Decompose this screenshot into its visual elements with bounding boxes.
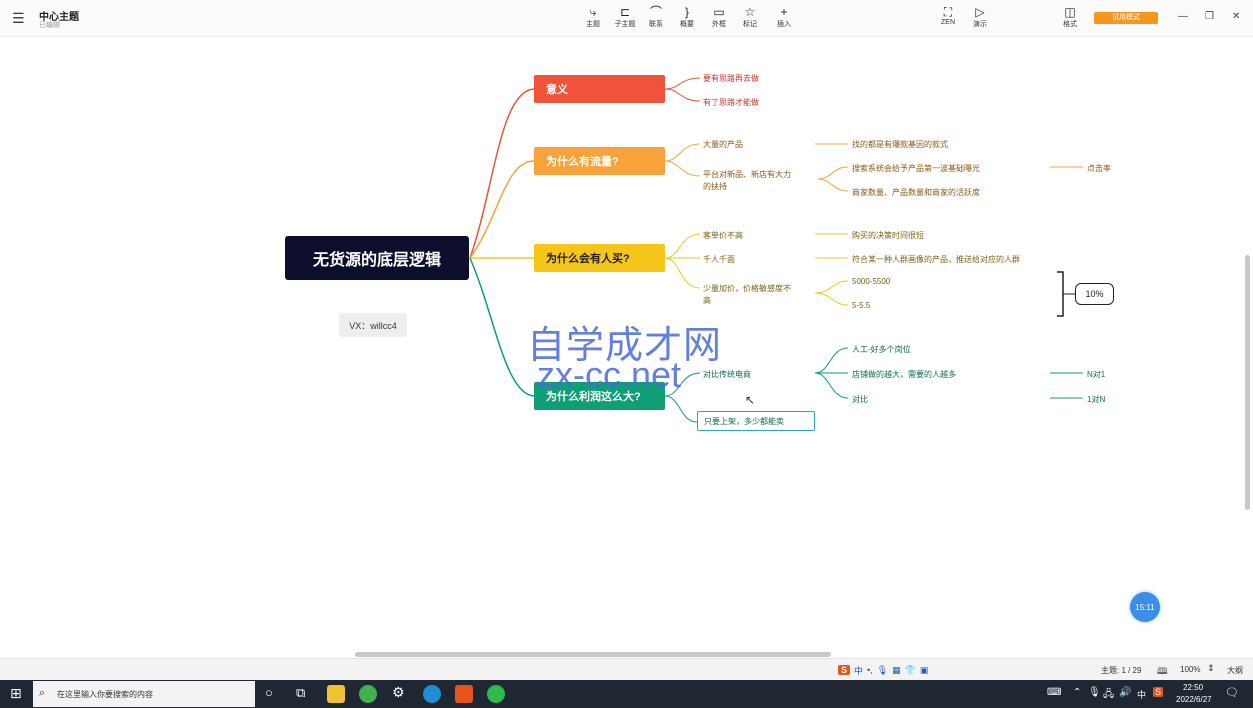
detail-topic[interactable]: N对1 [1087,369,1105,380]
leaf-topic[interactable]: 少量加价，价格敏感度不 [703,283,791,294]
taskbar-search-box[interactable]: ⌕ 在这里输入你要搜索的内容 [33,681,255,707]
leaf-topic[interactable]: 大量的产品 [703,139,743,150]
minimize-icon[interactable]: — [1178,11,1188,22]
boundary-icon: ▭ [713,5,725,19]
detail-topic[interactable]: 对比 [852,394,868,405]
vertical-scrollbar[interactable] [1245,255,1250,510]
present-button[interactable]: ▷ 演示 [965,6,995,29]
summary-button[interactable]: } 概要 [672,6,702,29]
ime-mode: 中 [854,665,864,676]
branch-traffic[interactable]: 为什么有流量? [534,147,665,175]
leaf-topic[interactable]: 客单价不高 [703,230,743,241]
relationship-icon: ⌒ [649,5,662,19]
search-placeholder: 在这里输入你要搜索的内容 [57,690,153,699]
cortana-icon[interactable]: ○ [265,685,273,700]
search-icon: ⌕ [39,687,46,699]
note-topic[interactable]: VX：willcc4 [339,313,407,337]
ime-toolbar[interactable]: S 中 •, 🎙 ▦ 👕 ▣ [838,663,952,677]
map-icon[interactable]: 🕮 [1157,664,1168,680]
leaf-topic[interactable]: 千人千面 [703,254,735,265]
format-button[interactable]: ◫ 格式 [1055,6,1085,29]
microphone-tray-icon[interactable]: 🎙 [1088,687,1101,698]
ime-tray-indicator[interactable]: 中 [1137,688,1146,701]
leaf-topic[interactable]: 平台对新品、新店有大力 [703,169,791,180]
detail-topic[interactable]: 购买的决策时间很短 [852,230,924,241]
notification-icon[interactable]: 🗨 [1225,686,1239,699]
toolbox-icon: ▣ [919,664,929,675]
insert-button[interactable]: + 插入 [769,6,799,29]
detail-topic[interactable]: 1对N [1087,394,1105,405]
detail-topic[interactable]: 5000-5500 [852,277,890,286]
subtopic-button[interactable]: ⊏ 子主题 [610,6,640,29]
summary-icon: } [684,5,689,19]
detail-topic[interactable]: 店铺做的越大，需要的人越多 [852,369,956,380]
keyboard-tray-icon[interactable]: ⌨ [1047,687,1061,698]
windows-start-icon[interactable]: ⊞ [10,685,22,702]
star-icon: ☆ [744,5,756,19]
timer-badge[interactable]: 15:11 [1130,592,1160,622]
settings-icon[interactable]: ⚙ [392,684,405,701]
cursor-icon: ↖ [745,393,756,407]
outline-button[interactable]: 大纲 [1227,665,1243,676]
zoom-stepper-icon[interactable]: ⇕ [1207,663,1215,674]
menu-icon[interactable]: ☰ [12,10,25,27]
sogou-tray-icon[interactable]: S [1153,687,1164,697]
horizontal-scrollbar[interactable] [355,652,831,657]
summary-topic[interactable]: 10% [1075,283,1114,305]
task-view-icon[interactable]: ⧉ [296,685,305,701]
clock-date[interactable]: 2022/6/27 [1176,695,1212,704]
punctuation-icon: •, [867,665,873,675]
format-panel-icon: ◫ [1064,5,1076,19]
topic-count: 主题: 1 / 29 [1101,666,1142,675]
network-icon[interactable]: 🖧 [1103,687,1114,704]
sogou-icon: S [838,665,851,675]
detail-topic[interactable]: 点击率 [1087,163,1111,174]
marker-button[interactable]: ☆ 标记 [735,6,765,29]
detail-topic[interactable]: 人工-好多个岗位 [852,344,911,355]
root-topic[interactable]: 无货源的底层逻辑 [285,236,469,280]
mindmap-canvas[interactable]: 无货源的底层逻辑 VX：willcc4 意义 为什么有流量? 为什么会有人买? … [0,36,1253,658]
detail-topic[interactable]: 找的都是有爆款基因的款式 [852,139,948,150]
restore-icon[interactable]: ❐ [1205,11,1214,22]
skin-icon: 👕 [904,664,916,675]
relationship-button[interactable]: ⌒ 联系 [641,6,671,29]
detail-topic[interactable]: 搜索系统会给予产品第一波基础曝光 [852,163,980,174]
chevron-up-icon[interactable]: ⌃ [1073,687,1081,698]
edge-icon[interactable] [423,685,441,703]
detail-topic[interactable]: 5-5.5 [852,301,870,310]
top-toolbar: ☰ 中心主题 已编辑 ⤷ 主题 ⊏ 子主题 ⌒ 联系 } 概要 ▭ 外框 ☆ 标记 + 插入 … [0,0,1253,37]
zoom-level[interactable]: 100% [1180,665,1200,674]
detail-topic[interactable]: 商家数量、产品数量和商家的活跃度 [852,187,980,198]
document-status: 已编辑 [39,22,60,29]
selected-topic[interactable]: 只要上架，多少都能卖 [697,411,815,431]
subtopic-icon: ⊏ [619,5,631,19]
watermark-url: zx-cc.net [537,354,682,395]
plus-icon: + [780,5,788,19]
trial-mode-button[interactable]: 试用模式 [1094,12,1158,24]
detail-topic[interactable]: 符合某一种人群画像的产品，推送给对应的人群 [852,254,1020,265]
keyboard-icon: ▦ [892,664,901,675]
xmind-icon[interactable] [455,685,473,703]
volume-icon[interactable]: 🔊 [1119,687,1131,698]
leaf-topic[interactable]: 有了思路才能做 [703,97,759,108]
file-explorer-icon[interactable] [327,685,345,703]
leaf-topic[interactable]: 对比传统电商 [703,369,751,380]
topic-icon: ⤷ [589,5,597,19]
leaf-topic[interactable]: 的扶持 [703,181,727,192]
leaf-topic[interactable]: 高 [703,295,711,306]
close-icon[interactable]: ✕ [1232,11,1240,22]
wechat-icon[interactable] [487,685,505,703]
boundary-button[interactable]: ▭ 外框 [704,6,734,29]
play-icon: ▷ [975,5,985,19]
topic-button[interactable]: ⤷ 主题 [578,6,608,29]
branch-buyers[interactable]: 为什么会有人买? [534,244,665,272]
browser-icon[interactable] [359,685,377,703]
status-bar: S 中 •, 🎙 ▦ 👕 ▣ 主题: 1 / 29 🕮 100% ⇕ 大纲 [0,658,1253,681]
microphone-icon: 🎙 [876,664,889,675]
zen-button[interactable]: ⛶ ZEN [933,5,963,27]
leaf-topic[interactable]: 要有思路再去做 [703,73,759,84]
clock-time[interactable]: 22:50 [1183,683,1203,692]
branch-meaning[interactable]: 意义 [534,75,665,103]
fullscreen-icon: ⛶ [943,5,953,19]
